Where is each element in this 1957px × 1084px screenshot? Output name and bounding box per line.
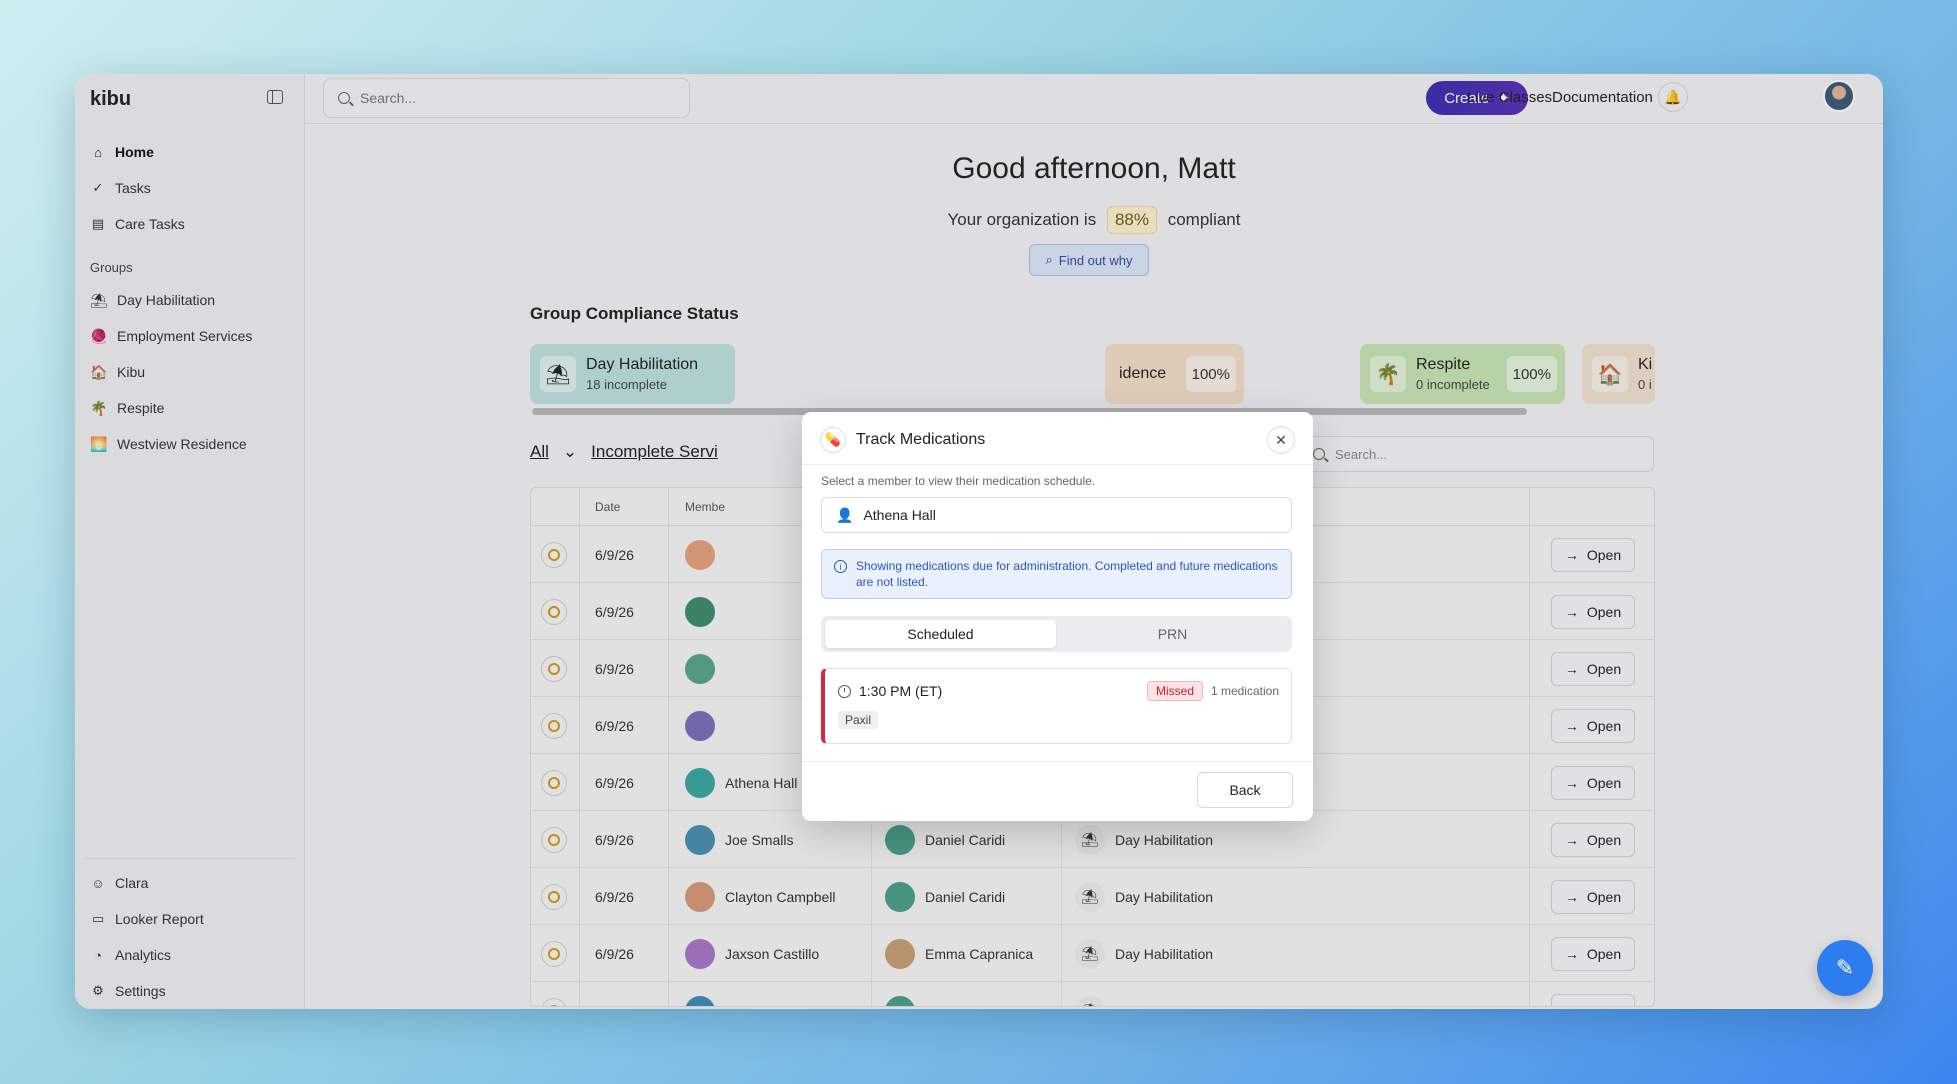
app-window: kibu ⌂ Home ✓ Tasks ▤ Care Tasks Groups … xyxy=(75,74,1883,1009)
time-value: 1:30 PM (ET) xyxy=(859,683,943,699)
close-icon[interactable]: ✕ xyxy=(1267,426,1295,454)
modal-help-text: Select a member to view their medication… xyxy=(821,474,1096,488)
pill-icon: 💊 xyxy=(820,427,846,453)
modal-title: Track Medications xyxy=(856,431,986,448)
medication-time: 1:30 PM (ET) xyxy=(838,683,942,699)
medication-tag: Paxil xyxy=(838,711,879,729)
tab-prn[interactable]: PRN xyxy=(1057,620,1288,648)
tab-scheduled[interactable]: Scheduled xyxy=(825,620,1056,648)
info-alert: i Showing medications due for administra… xyxy=(821,549,1292,599)
clock-icon xyxy=(838,684,851,698)
back-button[interactable]: Back xyxy=(1197,772,1293,808)
status-badge: Missed xyxy=(1146,681,1203,701)
medication-count: 1 medication xyxy=(1210,684,1279,698)
compose-fab-button[interactable]: ✎ xyxy=(1817,940,1873,996)
member-select[interactable]: 👤 Athena Hall xyxy=(821,497,1292,533)
info-icon: i xyxy=(834,560,847,573)
modal-header: 💊 Track Medications xyxy=(820,427,985,453)
person-icon: 👤 xyxy=(836,506,854,523)
info-text: Showing medications due for administrati… xyxy=(856,559,1278,589)
track-medications-modal: 💊 Track Medications ✕ Select a member to… xyxy=(802,412,1313,821)
member-value: Athena Hall xyxy=(863,507,936,523)
medication-card[interactable]: 1:30 PM (ET) Missed 1 medication Paxil xyxy=(821,668,1292,744)
schedule-tabs: Scheduled PRN xyxy=(821,616,1292,652)
